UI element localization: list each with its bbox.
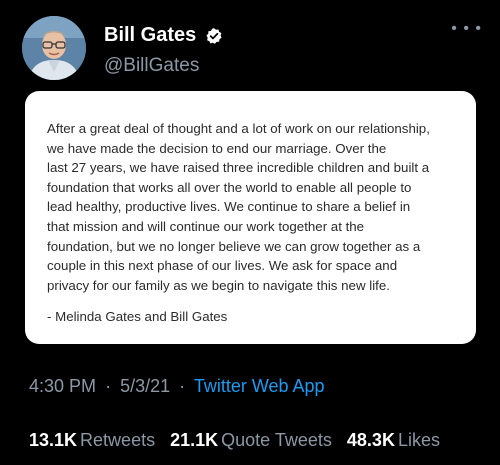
avatar[interactable] xyxy=(22,16,86,80)
statement-line: that mission and will continue our work … xyxy=(47,218,365,234)
author-handle[interactable]: @BillGates xyxy=(104,55,223,77)
tweet-time[interactable]: 4:30 PM xyxy=(29,376,96,396)
avatar-photo xyxy=(22,16,86,80)
meta-separator: · xyxy=(105,376,112,396)
likes-count: 48.3K xyxy=(346,430,395,450)
more-icon[interactable]: • • • xyxy=(451,20,482,38)
likes-stat[interactable]: 48.3K Likes xyxy=(347,430,440,451)
retweets-count: 13.1K xyxy=(29,430,78,450)
statement-line: foundation, but we no longer believe we … xyxy=(47,238,421,254)
statement-signature: - Melinda Gates and Bill Gates xyxy=(47,309,228,325)
verified-badge-icon xyxy=(206,27,222,44)
meta-separator: · xyxy=(179,376,186,396)
tweet-stats: 13.1K Retweets 21.1K Quote Tweets 48.3K Lik… xyxy=(29,430,450,451)
retweets-stat[interactable]: 13.1K Retweets xyxy=(29,430,155,451)
statement-line: privacy for our family as we begin to na… xyxy=(47,277,390,293)
tweet-meta: 4:30 PM · 5/3/21 · Twitter Web App xyxy=(29,376,325,397)
author-name[interactable]: Bill Gates xyxy=(104,24,196,47)
quote-tweets-stat[interactable]: 21.1K Quote Tweets xyxy=(170,430,332,451)
statement-line: last 27 years, we have raised three incr… xyxy=(47,160,430,176)
statement-line: After a great deal of thought and a lot … xyxy=(47,121,430,136)
tweet-date[interactable]: 5/3/21 xyxy=(120,376,170,396)
tweet-header: Bill Gates @BillGates • • • xyxy=(22,16,484,80)
retweets-label: Retweets xyxy=(80,430,156,450)
statement-line: foundation that works all over the world… xyxy=(47,179,412,195)
author-block: Bill Gates @BillGates xyxy=(104,24,223,77)
tweet-source-link[interactable]: Twitter Web App xyxy=(194,376,325,396)
statement-image[interactable]: After a great deal of thought and a lot … xyxy=(25,91,476,344)
likes-label: Likes xyxy=(397,430,440,450)
statement-line: lead healthy, productive lives. We conti… xyxy=(47,199,411,215)
statement-line: we have made the decision to end our mar… xyxy=(47,140,387,156)
quote-tweets-label: Quote Tweets xyxy=(221,430,332,450)
statement-line: couple in this next phase of our lives. … xyxy=(47,258,398,274)
quote-tweets-count: 21.1K xyxy=(170,430,219,450)
